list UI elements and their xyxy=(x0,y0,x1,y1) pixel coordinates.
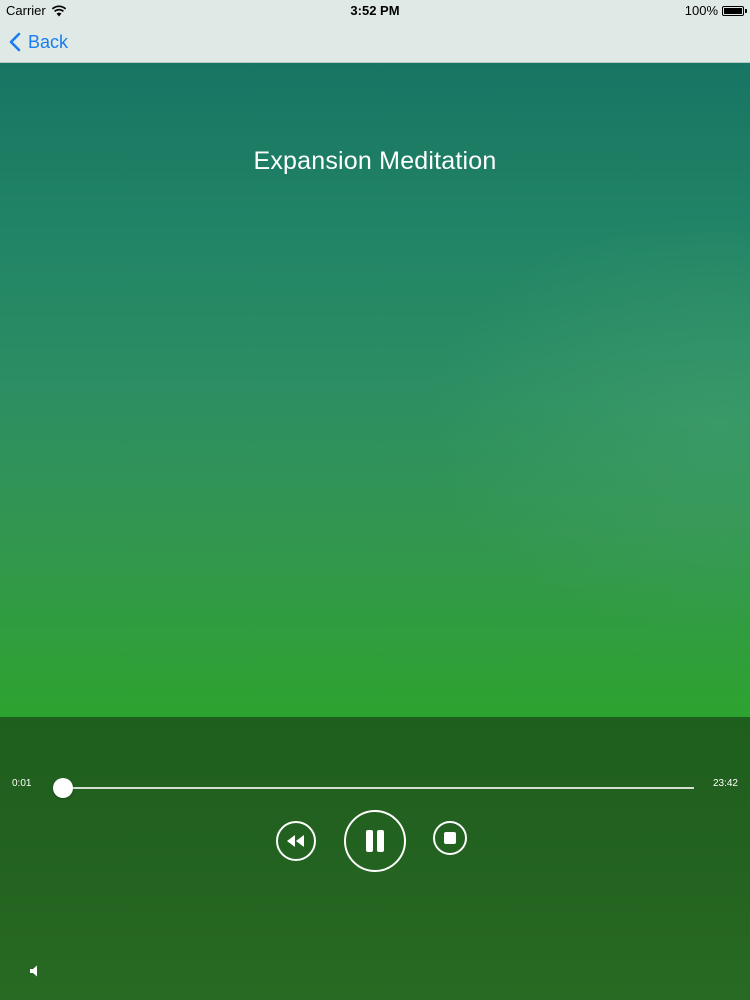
artwork-background: Expansion Meditation xyxy=(0,63,750,717)
back-label: Back xyxy=(28,31,69,52)
stop-button[interactable] xyxy=(433,821,467,855)
battery-fill xyxy=(724,7,742,14)
status-bar: Carrier 3:52 PM 100% xyxy=(0,0,750,22)
progress-thumb[interactable] xyxy=(53,778,74,798)
battery-icon xyxy=(722,5,747,16)
back-button[interactable]: Back xyxy=(8,29,68,55)
battery-percent: 100% xyxy=(684,3,718,18)
rewind-button[interactable] xyxy=(276,821,316,861)
battery-indicator: 100% xyxy=(684,3,747,18)
navigation-bar: Back xyxy=(0,22,750,63)
chevron-left-icon xyxy=(9,32,21,52)
rewind-icon xyxy=(287,835,304,847)
elapsed-time: 0:01 xyxy=(12,778,32,789)
track-title: Expansion Meditation xyxy=(253,147,497,175)
total-time: 23:42 xyxy=(712,778,738,789)
status-time: 3:52 PM xyxy=(350,3,400,18)
stop-icon xyxy=(444,832,456,844)
pause-button[interactable] xyxy=(344,810,406,872)
pause-icon xyxy=(366,830,384,852)
progress-slider[interactable] xyxy=(53,778,694,798)
speaker-icon[interactable] xyxy=(28,964,42,978)
player-screen: Carrier 3:52 PM 100% Back Expansion Medi… xyxy=(0,0,750,1000)
player-controls: 0:01 23:42 xyxy=(0,717,750,1000)
